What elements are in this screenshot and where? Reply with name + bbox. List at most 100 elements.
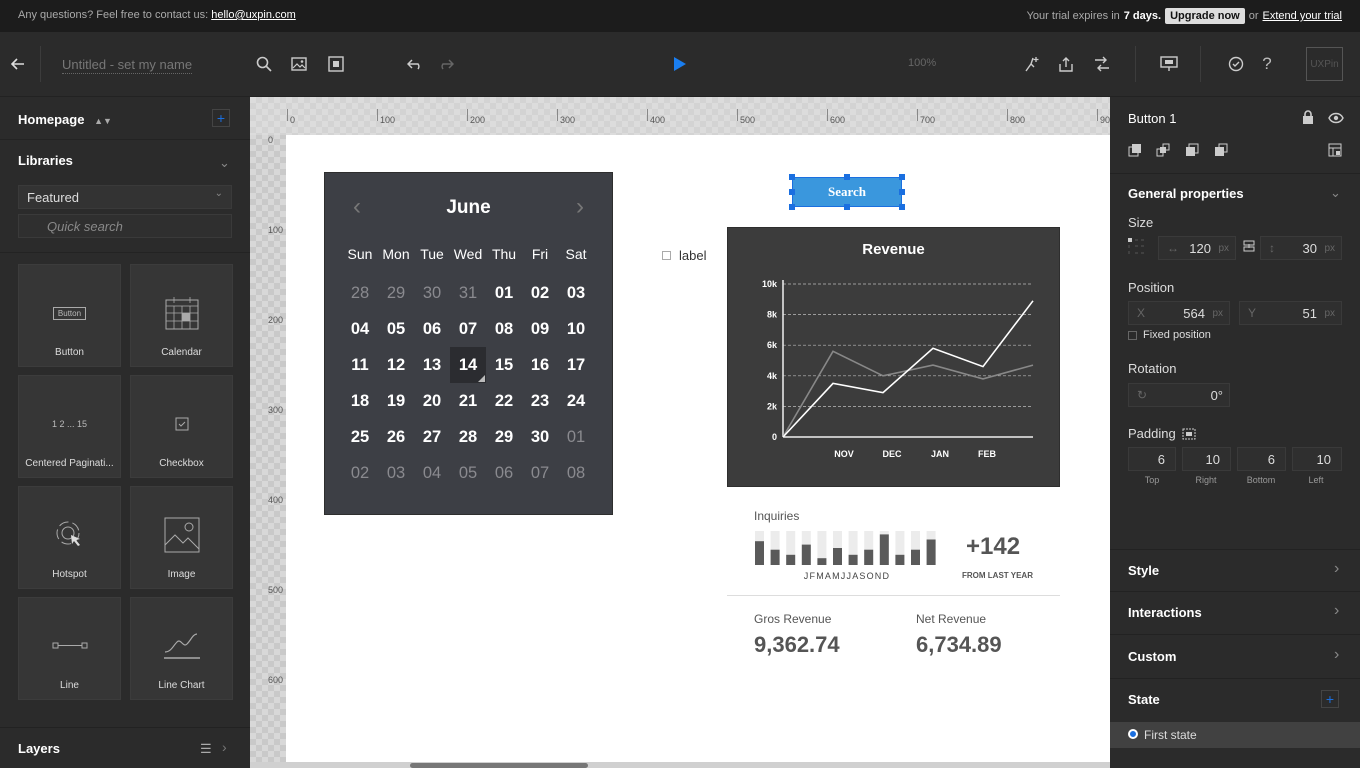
- grid-settings-icon[interactable]: [1328, 143, 1342, 162]
- calendar-day[interactable]: 24: [558, 383, 594, 419]
- send-backward-icon[interactable]: [1185, 143, 1199, 162]
- calendar-day[interactable]: 03: [378, 455, 414, 491]
- calendar-day[interactable]: 07: [522, 455, 558, 491]
- scrollbar-thumb[interactable]: [410, 763, 588, 768]
- export-icon[interactable]: [1056, 54, 1076, 74]
- interactions-section[interactable]: Interactions: [1128, 605, 1202, 620]
- back-arrow-icon[interactable]: [8, 54, 28, 74]
- library-select[interactable]: Featured ⌄: [18, 185, 232, 209]
- calendar-next-icon[interactable]: ›: [576, 193, 584, 221]
- chevron-down-icon[interactable]: ⌄: [219, 155, 230, 171]
- artboard[interactable]: ‹ June › Sun Mon Tue Wed Thu Fri Sat 28 29 30 31 0…: [286, 135, 1110, 762]
- padding-top-field[interactable]: 6: [1128, 447, 1176, 471]
- revenue-chart[interactable]: Revenue 0 2k 4k 6k 8k 10k NOV DEC JAN FEB: [727, 227, 1060, 487]
- page-selector[interactable]: Homepage ▲▼: [18, 112, 112, 127]
- element-name[interactable]: Button 1: [1128, 111, 1176, 126]
- calendar-day[interactable]: 22: [486, 383, 522, 419]
- calendar-day[interactable]: 23: [522, 383, 558, 419]
- chevron-right-icon[interactable]: ›: [1334, 646, 1339, 664]
- calendar-day[interactable]: 02: [342, 455, 378, 491]
- calendar-day[interactable]: 28: [342, 275, 378, 311]
- document-title-input[interactable]: Untitled - set my name: [62, 57, 193, 74]
- calendar-day[interactable]: 11: [342, 347, 378, 383]
- style-section[interactable]: Style: [1128, 563, 1159, 578]
- chevron-down-icon[interactable]: ⌄: [1330, 185, 1341, 201]
- calendar-day[interactable]: 30: [414, 275, 450, 311]
- calendar-day[interactable]: 28: [450, 419, 486, 455]
- calendar-day[interactable]: 29: [486, 419, 522, 455]
- library-tile-button[interactable]: Button Button: [18, 264, 121, 367]
- padding-link-icon[interactable]: [1182, 427, 1196, 445]
- library-tile-line[interactable]: Line: [18, 597, 121, 700]
- play-preview-icon[interactable]: [670, 54, 690, 74]
- anchor-point-icon[interactable]: [1128, 238, 1146, 256]
- general-properties-heading[interactable]: General properties: [1128, 186, 1244, 201]
- calendar-day[interactable]: 30: [522, 419, 558, 455]
- calendar-day[interactable]: 27: [414, 419, 450, 455]
- fixed-position-checkbox[interactable]: [1128, 331, 1137, 340]
- quick-search-input[interactable]: Quick search: [18, 214, 232, 238]
- calendar-day[interactable]: 15: [486, 347, 522, 383]
- padding-bottom-field[interactable]: 6: [1237, 447, 1286, 471]
- calendar-day[interactable]: 16: [522, 347, 558, 383]
- calendar-day[interactable]: 17: [558, 347, 594, 383]
- calendar-day[interactable]: 13: [414, 347, 450, 383]
- calendar-day[interactable]: 08: [558, 455, 594, 491]
- calendar-day[interactable]: 19: [378, 383, 414, 419]
- calendar-day[interactable]: 10: [558, 311, 594, 347]
- check-circle-icon[interactable]: [1226, 54, 1246, 74]
- calendar-day[interactable]: 06: [486, 455, 522, 491]
- libraries-heading[interactable]: Libraries: [18, 153, 73, 168]
- library-tile-image[interactable]: Image: [130, 486, 233, 589]
- add-user-icon[interactable]: [1022, 54, 1042, 74]
- calendar-day[interactable]: 29: [378, 275, 414, 311]
- rotation-field[interactable]: ↻ 0°: [1128, 383, 1230, 407]
- calendar-day[interactable]: 01: [558, 419, 594, 455]
- library-tile-hotspot[interactable]: Hotspot: [18, 486, 121, 589]
- search-button[interactable]: Search: [793, 178, 901, 206]
- lock-icon[interactable]: [1302, 110, 1314, 129]
- calendar-day[interactable]: 09: [522, 311, 558, 347]
- calendar-day[interactable]: 02: [522, 275, 558, 311]
- calendar-day[interactable]: 07: [450, 311, 486, 347]
- width-field[interactable]: ↔ 120 px: [1158, 236, 1236, 260]
- image-icon[interactable]: [289, 54, 309, 74]
- library-tile-line-chart[interactable]: Line Chart: [130, 597, 233, 700]
- focus-frame-icon[interactable]: [326, 54, 346, 74]
- calendar-day[interactable]: 04: [414, 455, 450, 491]
- calendar-day[interactable]: 20: [414, 383, 450, 419]
- calendar-day[interactable]: 21: [450, 383, 486, 419]
- library-tile-checkbox[interactable]: Checkbox: [130, 375, 233, 478]
- eye-icon[interactable]: [1328, 111, 1344, 129]
- calendar-day[interactable]: 31: [450, 275, 486, 311]
- contact-email-link[interactable]: hello@uxpin.com: [211, 9, 296, 21]
- switch-icon[interactable]: [1092, 54, 1112, 74]
- help-icon[interactable]: ?: [1257, 54, 1277, 74]
- library-tile-calendar[interactable]: Calendar: [130, 264, 233, 367]
- send-to-back-icon[interactable]: [1214, 143, 1228, 162]
- state-row[interactable]: First state: [1110, 722, 1360, 748]
- chevron-right-icon[interactable]: ›: [1334, 602, 1339, 620]
- chevron-right-icon[interactable]: ›: [1334, 560, 1339, 578]
- library-tile-pagination[interactable]: 1 2 ... 15 Centered Paginati...: [18, 375, 121, 478]
- search-icon[interactable]: [254, 54, 274, 74]
- calendar-widget[interactable]: ‹ June › Sun Mon Tue Wed Thu Fri Sat 28 29 30 31 0…: [324, 172, 613, 515]
- calendar-day[interactable]: 18: [342, 383, 378, 419]
- calendar-day[interactable]: 05: [378, 311, 414, 347]
- calendar-day[interactable]: 05: [450, 455, 486, 491]
- y-position-field[interactable]: Y 51 px: [1239, 301, 1342, 325]
- upgrade-now-button[interactable]: Upgrade now: [1165, 8, 1245, 24]
- calendar-day[interactable]: 14: [450, 347, 486, 383]
- presentation-icon[interactable]: [1159, 54, 1179, 74]
- calendar-day[interactable]: 06: [414, 311, 450, 347]
- undo-icon[interactable]: [405, 54, 425, 74]
- bring-forward-icon[interactable]: [1128, 143, 1142, 162]
- calendar-day[interactable]: 26: [378, 419, 414, 455]
- link-proportions-icon[interactable]: [1243, 239, 1255, 258]
- add-state-icon[interactable]: +: [1321, 690, 1339, 708]
- redo-icon[interactable]: [436, 54, 456, 74]
- padding-right-field[interactable]: 10: [1182, 447, 1231, 471]
- zoom-level[interactable]: 100%: [908, 57, 936, 69]
- layers-bar[interactable]: Layers ☰ ›: [0, 727, 250, 768]
- layers-list-icon[interactable]: ☰: [200, 741, 212, 757]
